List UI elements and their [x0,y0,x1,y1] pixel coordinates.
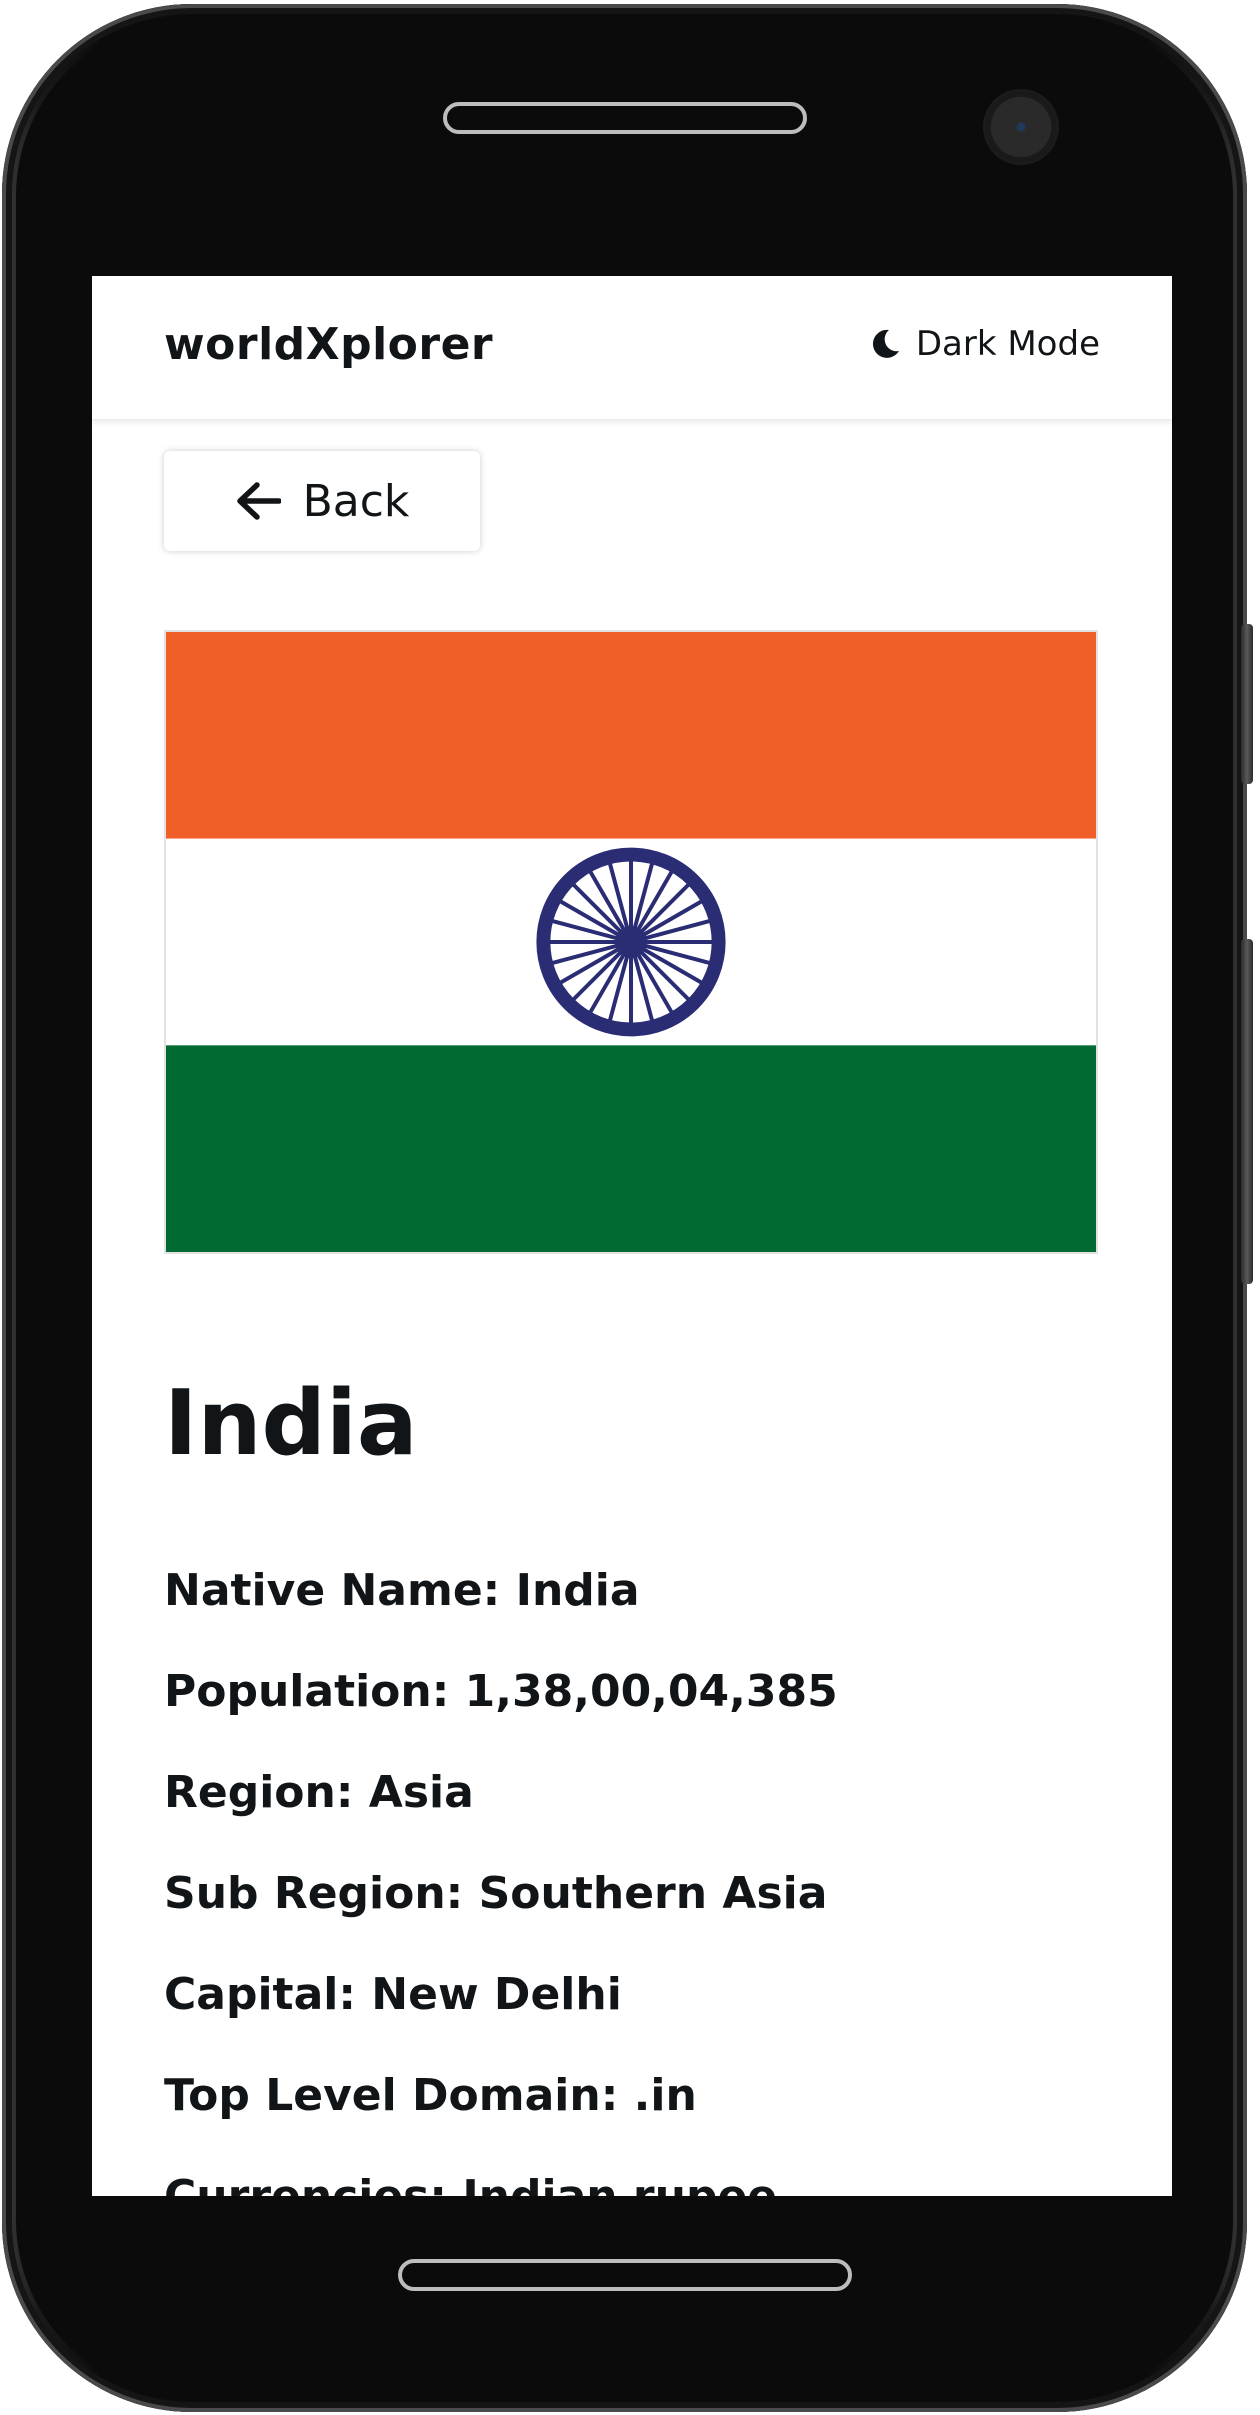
detail-value: New Delhi [371,1969,622,2020]
detail-value: .in [633,2070,697,2121]
detail-row: Region: Asia [164,1766,838,1867]
moon-icon [872,329,899,358]
phone-frame: worldXplorer Dark Mode Back India Native… [2,4,1253,2412]
volume-button [1241,624,1253,784]
arrow-left-icon [236,482,281,520]
country-flag [164,630,1098,1254]
detail-row: Sub Region: Southern Asia [164,1867,838,1968]
detail-label: Native Name: [164,1565,501,1616]
detail-label: Region: [164,1767,354,1818]
detail-label: Sub Region: [164,1868,464,1919]
detail-row: Native Name: India [164,1564,838,1665]
detail-row: Capital: New Delhi [164,1968,838,2069]
detail-value: India [515,1565,640,1616]
detail-value: Southern Asia [478,1868,828,1919]
detail-row: Top Level Domain: .in [164,2069,838,2170]
ashoka-chakra [536,847,726,1037]
country-name: India [164,1371,418,1476]
country-details: Native Name: India Population: 1,38,00,04… [164,1564,838,2196]
app-header: worldXplorer Dark Mode [92,276,1172,419]
screen: worldXplorer Dark Mode Back India Native… [92,276,1172,2196]
back-button[interactable]: Back [164,451,480,551]
app-title[interactable]: worldXplorer [164,319,493,370]
power-button [1241,939,1253,1284]
dark-mode-toggle[interactable]: Dark Mode [868,324,1100,364]
back-button-label: Back [302,475,410,527]
detail-value: 1,38,00,04,385 [464,1666,838,1717]
detail-label: Capital: [164,1969,356,2020]
dark-mode-label: Dark Mode [915,324,1100,364]
earpiece-speaker [443,102,807,134]
front-camera [986,92,1056,162]
detail-row: Currencies: Indian rupee [164,2170,838,2196]
detail-label: Currencies: [164,2171,447,2196]
detail-value: Indian rupee [462,2171,777,2196]
detail-label: Population: [164,1666,450,1717]
detail-row: Population: 1,38,00,04,385 [164,1665,838,1766]
detail-label: Top Level Domain: [164,2070,619,2121]
detail-value: Asia [368,1767,474,1818]
home-bar [398,2259,852,2291]
